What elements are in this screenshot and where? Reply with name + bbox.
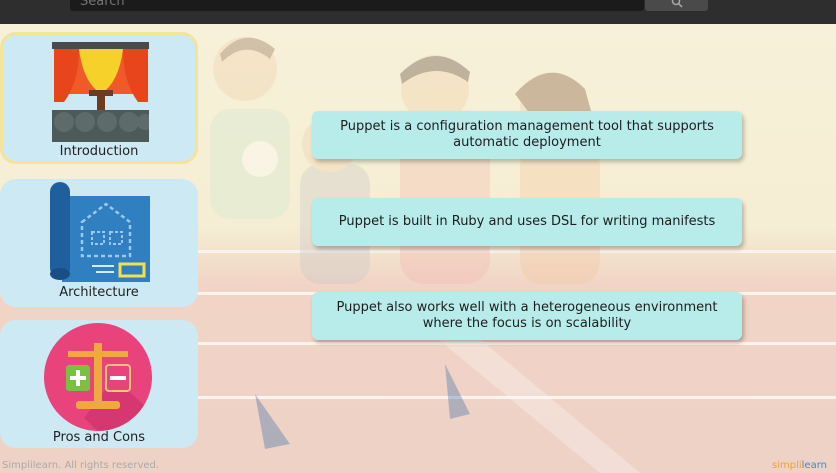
slide: Introduction Architecture Pros and Cons … [0,24,836,473]
brand-logo: simplilearn [772,460,827,471]
card-introduction[interactable]: Introduction [0,32,198,164]
info-text: Puppet is built in Ruby and uses DSL for… [338,214,716,229]
info-box: Puppet is built in Ruby and uses DSL for… [312,198,742,246]
info-box: Puppet also works well with a heterogene… [312,292,742,340]
info-text: Puppet is a configuration management too… [340,119,714,150]
blueprint-icon [50,182,150,282]
card-label: Pros and Cons [52,430,146,445]
search-icon [671,0,683,8]
info-box: Puppet is a configuration management too… [312,111,742,159]
card-label: Introduction [59,144,139,159]
info-text: Puppet also works well with a heterogene… [336,300,718,331]
card-architecture[interactable]: Architecture [0,179,198,307]
search-button[interactable] [645,0,708,11]
card-pros-and-cons[interactable]: Pros and Cons [0,320,198,448]
logo-part: simpli [772,460,802,471]
theater-stage-icon [52,42,149,142]
footer-copyright: Simplilearn. All rights reserved. [2,460,160,471]
search-input[interactable] [70,0,644,11]
logo-part: learn [801,460,827,471]
balance-scale-icon [44,323,152,431]
top-bar [0,0,836,24]
card-label: Architecture [59,285,139,300]
